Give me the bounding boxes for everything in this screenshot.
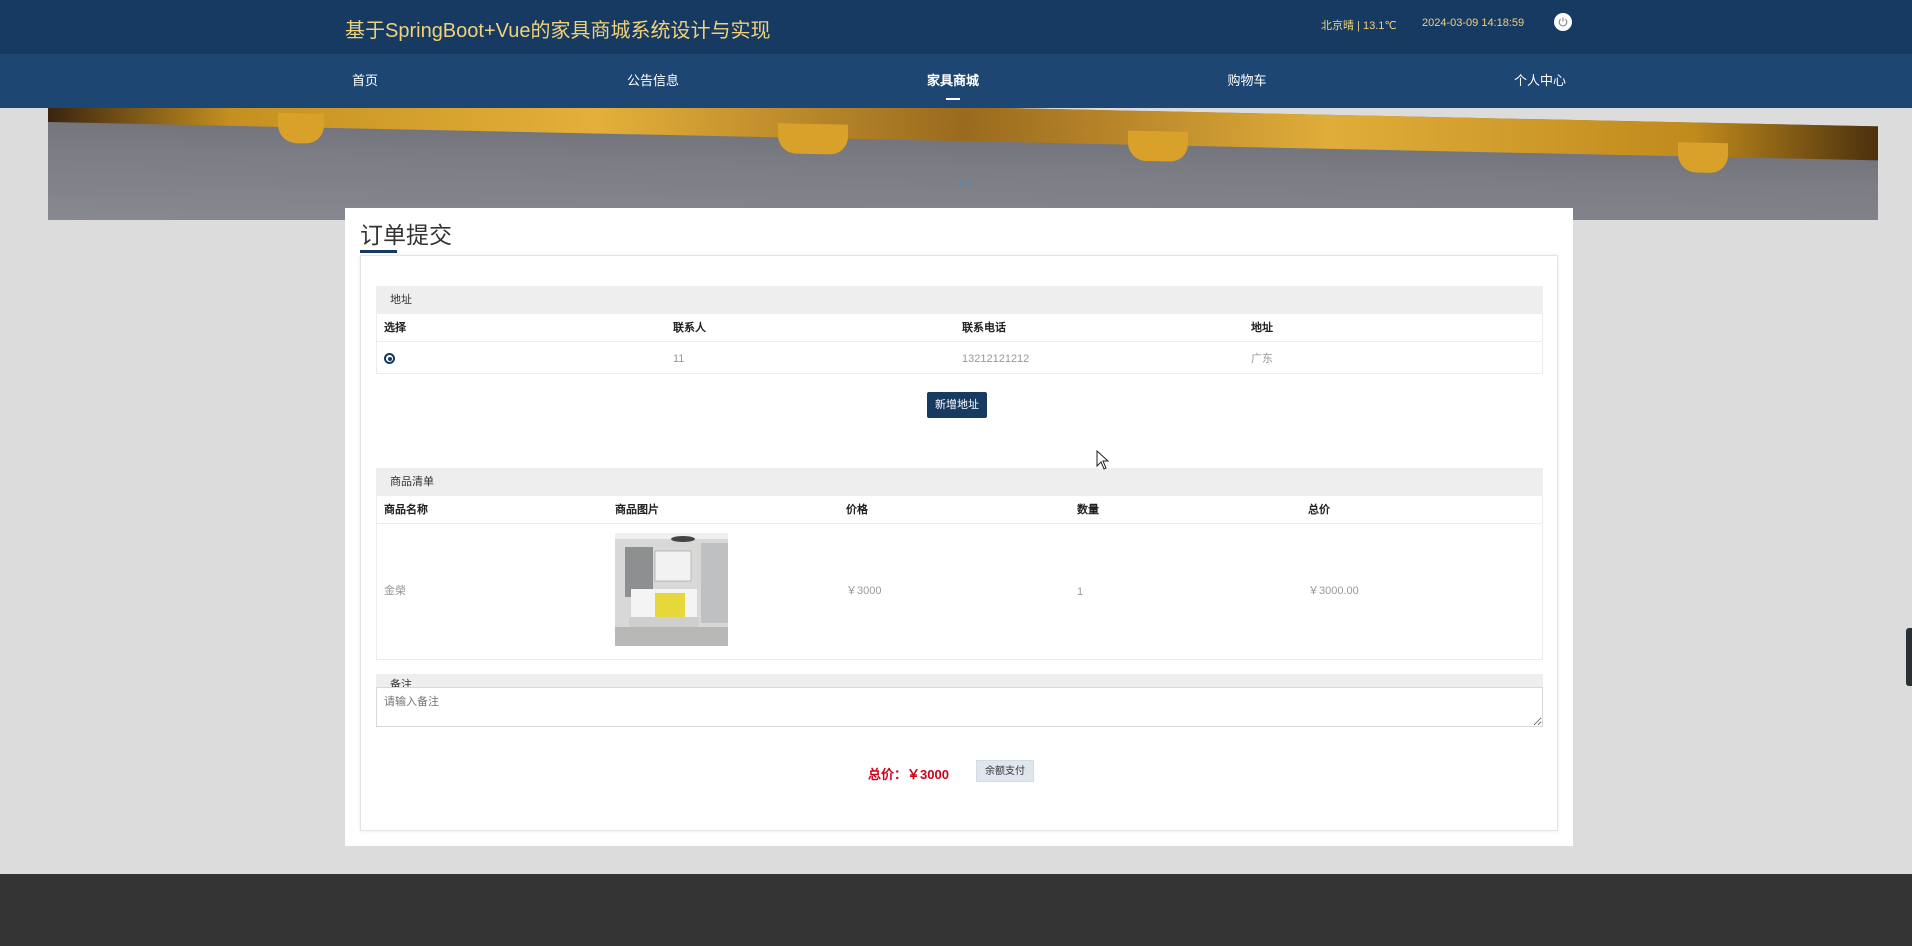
table-row: 金榮 ￥3000 1 ￥3000.00	[377, 524, 1542, 659]
address-phone: 13212121212	[962, 353, 1030, 365]
col-contact: 联系人	[673, 322, 706, 334]
goods-total: ￥3000.00	[1308, 585, 1359, 597]
nav-active-indicator	[946, 98, 960, 100]
carousel-dot[interactable]	[960, 181, 964, 185]
nav-announcements-label: 公告信息	[626, 73, 679, 88]
power-icon	[1558, 17, 1568, 27]
order-panel: 订单提交 地址 选择 联系人 联系电话 地址 11 13212121212 广东…	[345, 208, 1573, 846]
goods-thumbnail	[615, 533, 728, 646]
page-footer	[0, 874, 1912, 946]
address-text: 广东	[1251, 353, 1273, 365]
nav-home-label: 首页	[351, 73, 378, 88]
carousel-indicators[interactable]	[960, 172, 980, 185]
site-title: 基于SpringBoot+Vue的家具商城系统设计与实现	[345, 20, 771, 42]
main-nav: 首页 公告信息 家具商城 购物车 个人中心	[0, 54, 1912, 108]
address-table: 选择 联系人 联系电话 地址 11 13212121212 广东	[376, 314, 1543, 374]
col-phone: 联系电话	[962, 322, 1006, 334]
nav-announcements[interactable]: 公告信息	[623, 54, 683, 108]
table-row[interactable]: 11 13212121212 广东	[377, 342, 1542, 374]
nav-home[interactable]: 首页	[340, 54, 390, 108]
col-select: 选择	[384, 322, 406, 334]
goods-price: ￥3000	[846, 585, 882, 597]
nav-cart-label: 购物车	[1227, 73, 1267, 88]
carousel-dot[interactable]	[968, 181, 972, 185]
goods-table: 商品名称 商品图片 价格 数量 总价 金榮 ￥3000 1 ￥3000.00	[376, 496, 1543, 660]
scrollbar-handle[interactable]	[1906, 628, 1912, 686]
address-table-header: 选择 联系人 联系电话 地址	[377, 314, 1542, 342]
goods-section-heading: 商品清单	[376, 468, 1543, 496]
add-address-button[interactable]: 新增地址	[927, 392, 987, 418]
nav-profile[interactable]: 个人中心	[1510, 54, 1570, 108]
banner-image	[48, 108, 1878, 220]
remark-textarea[interactable]	[376, 687, 1543, 727]
order-form: 地址 选择 联系人 联系电话 地址 11 13212121212 广东 新增地址…	[360, 255, 1558, 831]
goods-table-header: 商品名称 商品图片 价格 数量 总价	[377, 496, 1542, 524]
col-price: 价格	[846, 504, 868, 516]
logout-button[interactable]	[1554, 13, 1572, 31]
address-radio[interactable]	[384, 353, 395, 364]
goods-name: 金榮	[384, 585, 406, 597]
date-time: 2024-03-09 14:18:59	[1422, 17, 1525, 29]
address-contact: 11	[673, 353, 685, 365]
goods-quantity: 1	[1077, 586, 1084, 598]
nav-furniture-mall[interactable]: 家具商城	[923, 54, 983, 108]
page-title: 订单提交	[360, 222, 452, 248]
weather-info: 北京晴 | 13.1℃	[1321, 20, 1397, 32]
address-section-heading: 地址	[376, 286, 1543, 314]
mouse-cursor-icon	[1096, 450, 1110, 470]
banner-carousel[interactable]	[48, 108, 1878, 220]
col-address: 地址	[1251, 322, 1273, 334]
balance-pay-button[interactable]: 余额支付	[976, 760, 1034, 782]
nav-profile-label: 个人中心	[1513, 73, 1566, 88]
col-image: 商品图片	[615, 504, 659, 516]
col-name: 商品名称	[384, 504, 428, 516]
nav-furniture-mall-label: 家具商城	[926, 73, 979, 88]
remark-heading: 备注	[376, 674, 1543, 688]
title-underline	[360, 250, 397, 253]
col-total: 总价	[1308, 504, 1330, 516]
top-header: 基于SpringBoot+Vue的家具商城系统设计与实现 北京晴 | 13.1℃…	[0, 0, 1912, 54]
nav-cart[interactable]: 购物车	[1222, 54, 1272, 108]
order-total: 总价：￥3000	[868, 767, 949, 782]
col-quantity: 数量	[1077, 504, 1099, 516]
